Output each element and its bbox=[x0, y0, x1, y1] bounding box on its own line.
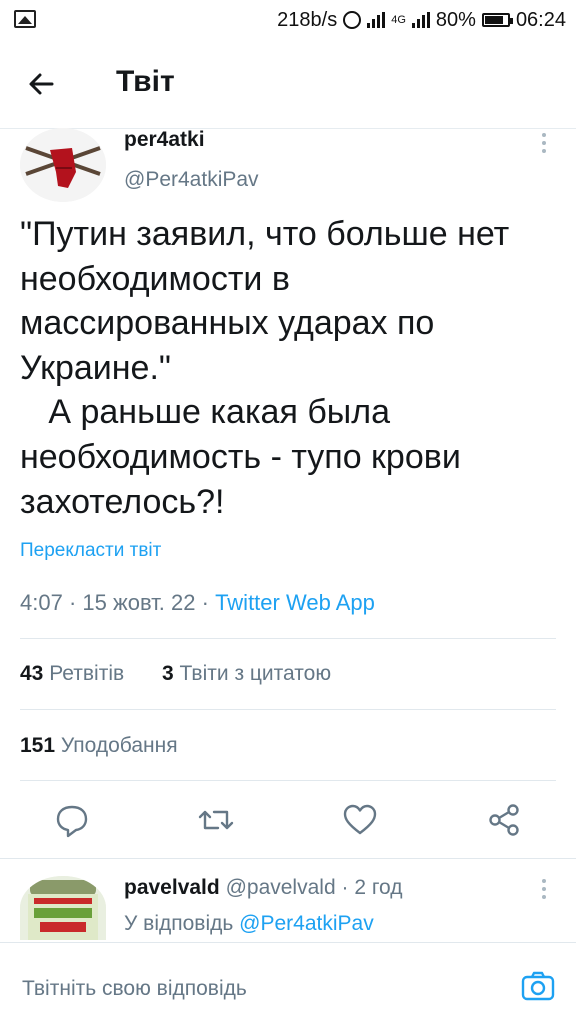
battery-icon bbox=[481, 13, 513, 27]
likes-stat[interactable]: 151 Уподобання bbox=[20, 734, 178, 758]
reply-input[interactable]: Твітніть свою відповідь bbox=[22, 977, 247, 1001]
share-button[interactable] bbox=[484, 800, 524, 840]
camera-button[interactable] bbox=[520, 969, 556, 1003]
quotes-count: 3 bbox=[162, 662, 174, 685]
alarm-icon bbox=[343, 11, 362, 29]
signal-icon-2 bbox=[411, 12, 430, 28]
retweets-label: Ретвітів bbox=[49, 662, 125, 685]
page-title: Твіт bbox=[116, 65, 175, 98]
back-button[interactable] bbox=[22, 64, 66, 104]
author-handle[interactable]: @Per4atkiPav bbox=[124, 168, 259, 192]
reply-compose-bar: Твітніть свою відповідь bbox=[0, 942, 576, 1025]
tweet-source-link[interactable]: Twitter Web App bbox=[215, 590, 375, 615]
reply-more-button[interactable] bbox=[534, 876, 554, 902]
more-vertical-icon bbox=[534, 130, 554, 153]
camera-icon bbox=[521, 971, 555, 1001]
author-name[interactable]: per4atki bbox=[124, 128, 205, 152]
tweet-text: "Путин заявил, что больше нет необходимо… bbox=[20, 215, 510, 521]
status-bar: 218b/s 4G 80% 06:24 bbox=[0, 0, 576, 40]
status-indicators: 218b/s 4G 80% 06:24 bbox=[277, 8, 566, 32]
gallery-icon bbox=[14, 10, 36, 28]
likes-count: 151 bbox=[20, 734, 56, 757]
retweet-icon bbox=[198, 810, 234, 830]
reply-age: 2 год bbox=[354, 876, 403, 899]
battery-percent: 80% bbox=[435, 8, 476, 31]
retweet-button[interactable] bbox=[196, 800, 236, 840]
likes-label: Уподобання bbox=[60, 734, 178, 757]
avatar-image bbox=[20, 128, 106, 202]
quotes-label: Твіти з цитатою bbox=[179, 662, 332, 685]
network-type: 4G bbox=[391, 14, 406, 26]
tweet-date: 15 жовт. 22 bbox=[82, 590, 196, 615]
back-arrow-icon bbox=[29, 73, 54, 95]
like-icon bbox=[343, 804, 377, 835]
tweet-meta: 4:07 · 15 жовт. 22 · Twitter Web App bbox=[20, 590, 375, 616]
replying-to: У відповідь @Per4atkiPav bbox=[124, 912, 374, 936]
reply-prefix: У відповідь bbox=[124, 912, 234, 935]
divider bbox=[20, 709, 556, 710]
divider bbox=[20, 638, 556, 639]
section-separator bbox=[0, 858, 576, 859]
network-speed: 218b/s bbox=[277, 8, 338, 31]
signal-icon bbox=[367, 12, 386, 28]
quotes-stat[interactable]: 3 Твіти з цитатою bbox=[162, 662, 331, 686]
reply-author-avatar[interactable] bbox=[20, 876, 106, 940]
reply-header: pavelvald @pavelvald · 2 год bbox=[124, 876, 403, 900]
reply-author-name[interactable]: pavelvald bbox=[124, 876, 220, 899]
meta-separator: · bbox=[68, 590, 77, 615]
like-button[interactable] bbox=[340, 800, 380, 840]
retweets-stat[interactable]: 43 Ретвітів bbox=[20, 662, 124, 686]
author-avatar[interactable] bbox=[20, 128, 106, 202]
divider bbox=[20, 780, 556, 781]
reply-button[interactable] bbox=[52, 800, 92, 840]
more-vertical-icon bbox=[534, 876, 554, 899]
retweets-count: 43 bbox=[20, 662, 44, 685]
tweet-time: 4:07 bbox=[20, 590, 63, 615]
reply-to-handle-link[interactable]: @Per4atkiPav bbox=[239, 912, 374, 935]
top-app-bar: Твіт bbox=[0, 40, 576, 129]
clock: 06:24 bbox=[515, 8, 566, 31]
reply-separator: · bbox=[341, 876, 349, 899]
tweet-more-button[interactable] bbox=[534, 130, 554, 156]
reply-icon bbox=[56, 805, 88, 838]
meta-separator-2: · bbox=[201, 590, 209, 615]
reply-avatar-image bbox=[20, 876, 106, 940]
reply-author-handle[interactable]: @pavelvald bbox=[226, 876, 336, 899]
translate-tweet-link[interactable]: Перекласти твіт bbox=[20, 540, 161, 562]
share-icon bbox=[489, 804, 519, 836]
